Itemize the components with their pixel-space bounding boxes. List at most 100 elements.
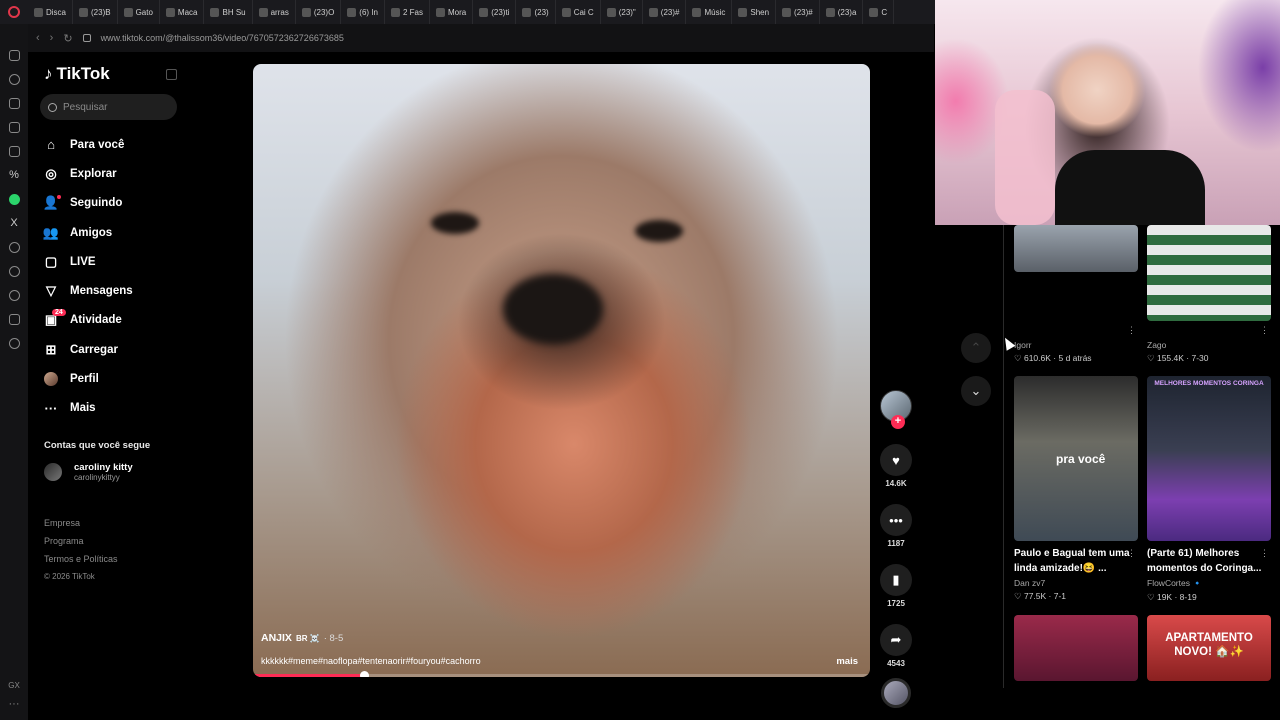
browser-tab[interactable]: C	[863, 0, 895, 24]
browser-tab[interactable]: Shen	[732, 0, 777, 24]
kebab-menu-icon[interactable]: ⋮	[1127, 548, 1136, 559]
recommendation-card[interactable]	[1014, 615, 1138, 681]
bookmark-icon[interactable]	[8, 98, 20, 109]
kebab-menu-icon[interactable]: ⋮	[1260, 325, 1269, 336]
footer-links: Empresa Programa Termos e Políticas © 20…	[44, 514, 118, 586]
messenger-icon[interactable]	[8, 50, 20, 61]
recommendation-card[interactable]: ⋮ Zago ♡ 155.4K · 7-30	[1147, 225, 1271, 364]
comment-button[interactable]: •••	[880, 504, 912, 536]
tab-favicon-icon	[301, 7, 311, 17]
like-count: 14.6K	[885, 479, 907, 488]
video-thumbnail[interactable]: pra você	[1014, 376, 1138, 541]
more-icon[interactable]: ···	[9, 698, 20, 710]
video-thumbnail[interactable]: APARTAMENTO NOVO! 🏠✨	[1147, 615, 1271, 681]
opera-logo-icon[interactable]	[0, 0, 28, 24]
recommendation-card[interactable]: ⋮ Igorr ♡ 610.6K · 5 d atrás	[1014, 225, 1138, 364]
sidebar-item-perfil[interactable]: Perfil	[44, 364, 194, 393]
sidebar-item-mais[interactable]: ··· Mais	[44, 394, 194, 423]
video-thumbnail[interactable]	[1147, 225, 1271, 321]
clock-icon[interactable]	[8, 290, 20, 301]
extensions-icon[interactable]	[8, 314, 20, 325]
video-player[interactable]: ANJIX BR ☠️ · 8-5 kkkkkk#meme#naoflopa#t…	[253, 64, 870, 677]
video-author[interactable]: ANJIX BR ☠️ · 8-5	[261, 632, 343, 644]
video-progress-knob[interactable]	[360, 671, 370, 677]
whatsapp-icon[interactable]	[8, 194, 20, 205]
share-button[interactable]: ➦	[880, 624, 912, 656]
reload-icon[interactable]: ↻	[63, 32, 72, 45]
save-button[interactable]: ▮	[880, 564, 912, 596]
previous-video-button[interactable]: ⌃	[961, 333, 991, 363]
browser-tab[interactable]: Maca	[160, 0, 205, 24]
browser-tab[interactable]: Cai C	[556, 0, 601, 24]
sidebar-item-seguindo[interactable]: 👤 Seguindo	[43, 189, 194, 218]
recommendation-card[interactable]: APARTAMENTO NOVO! 🏠✨	[1147, 615, 1271, 681]
settings-icon[interactable]	[8, 338, 20, 349]
card-author[interactable]: Zago	[1147, 340, 1271, 350]
like-button[interactable]: ♥	[880, 444, 912, 476]
sidebar-item-amigos[interactable]: 👥 Amigos	[43, 218, 194, 247]
footer-link-programa[interactable]: Programa	[44, 532, 118, 550]
history-icon[interactable]	[8, 74, 20, 85]
browser-tab[interactable]: BH Su	[204, 0, 253, 24]
video-progress-bar[interactable]	[253, 671, 870, 677]
more-button[interactable]: mais	[836, 656, 858, 667]
player-icon[interactable]	[8, 242, 20, 253]
browser-tab[interactable]: (6) In	[341, 0, 385, 24]
sidebar-item-label: Atividade	[70, 314, 122, 327]
url-text[interactable]: www.tiktok.com/@thalissom36/video/767057…	[101, 33, 344, 43]
recommendation-card[interactable]: pra você ⋮ Paulo e Bagual tem uma linda …	[1014, 376, 1138, 602]
kebab-menu-icon[interactable]: ⋮	[1127, 325, 1136, 336]
browser-tab[interactable]: (23)	[516, 0, 556, 24]
sidebar-item-live[interactable]: ▢ LIVE	[44, 247, 194, 276]
follow-plus-icon[interactable]: +	[891, 415, 905, 429]
browser-tab[interactable]: (23)"	[601, 0, 643, 24]
browser-tab[interactable]: (23)ti	[473, 0, 517, 24]
card-author[interactable]: Dan zv7	[1014, 578, 1138, 588]
creator-avatar[interactable]: +	[880, 390, 912, 429]
music-disc-avatar[interactable]	[881, 678, 911, 708]
browser-tab[interactable]: 2 Fas	[385, 0, 430, 24]
card-author[interactable]: Igorr	[1014, 340, 1138, 350]
video-thumbnail[interactable]	[1014, 615, 1138, 681]
browser-tab[interactable]: Disca	[28, 0, 74, 24]
video-thumbnail[interactable]: MELHORES MOMENTOS CORINGA	[1147, 376, 1271, 541]
tab-favicon-icon	[435, 7, 445, 17]
back-icon[interactable]: ‹	[36, 32, 40, 44]
card-author[interactable]: FlowCortes 🔹	[1147, 578, 1271, 589]
browser-tab[interactable]: (23)O	[296, 0, 342, 24]
footer-link-termos[interactable]: Termos e Políticas	[44, 550, 118, 568]
video-thumbnail[interactable]	[1014, 225, 1138, 272]
following-account[interactable]: caroliny kitty carolinykittyy	[44, 462, 133, 482]
browser-tab[interactable]: Mora	[430, 0, 474, 24]
kebab-menu-icon[interactable]: ⋮	[1260, 548, 1269, 559]
wallet-icon[interactable]	[8, 122, 20, 133]
browser-tab[interactable]: (23)a	[820, 0, 864, 24]
browser-tab[interactable]: arras	[253, 0, 296, 24]
browser-tab[interactable]: (23)B	[73, 0, 118, 24]
forward-icon[interactable]: ›	[50, 32, 54, 44]
sidebar-item-atividade[interactable]: ▣ 24 Atividade	[44, 306, 194, 335]
browser-tab[interactable]: Gato	[118, 0, 160, 24]
footer-link-empresa[interactable]: Empresa	[44, 514, 118, 532]
tab-favicon-icon	[210, 7, 220, 17]
card-title[interactable]: Paulo e Bagual tem uma linda amizade!😆 .…	[1014, 546, 1138, 576]
browser-tab[interactable]: Músic	[686, 0, 733, 24]
heart-icon[interactable]	[8, 266, 20, 277]
sidebar-item-mensagens[interactable]: ▽ Mensagens	[44, 276, 194, 305]
next-video-button[interactable]: ⌄	[961, 376, 991, 406]
mail-icon[interactable]	[8, 146, 20, 157]
x-twitter-icon[interactable]: X	[10, 218, 17, 229]
sidebar-item-explorar[interactable]: ◎ Explorar	[44, 159, 194, 188]
recommendation-card[interactable]: MELHORES MOMENTOS CORINGA ⋮ (Parte 61) M…	[1147, 376, 1271, 603]
percent-icon[interactable]: %	[9, 170, 19, 181]
collapse-sidebar-icon[interactable]	[166, 69, 177, 80]
search-input[interactable]	[63, 101, 163, 113]
search-box[interactable]	[40, 94, 177, 120]
card-title[interactable]: (Parte 61) Melhores momentos do Coringa.…	[1147, 546, 1271, 576]
gx-icon[interactable]: GX	[8, 681, 20, 690]
sidebar-item-carregar[interactable]: ⊞ Carregar	[44, 335, 194, 364]
sidebar-item-para-voc-[interactable]: ⌂ Para você	[44, 130, 194, 159]
tiktok-logo[interactable]: ♪ TikTok	[44, 64, 110, 84]
browser-tab[interactable]: (23)#	[643, 0, 687, 24]
browser-tab[interactable]: (23)#	[776, 0, 820, 24]
